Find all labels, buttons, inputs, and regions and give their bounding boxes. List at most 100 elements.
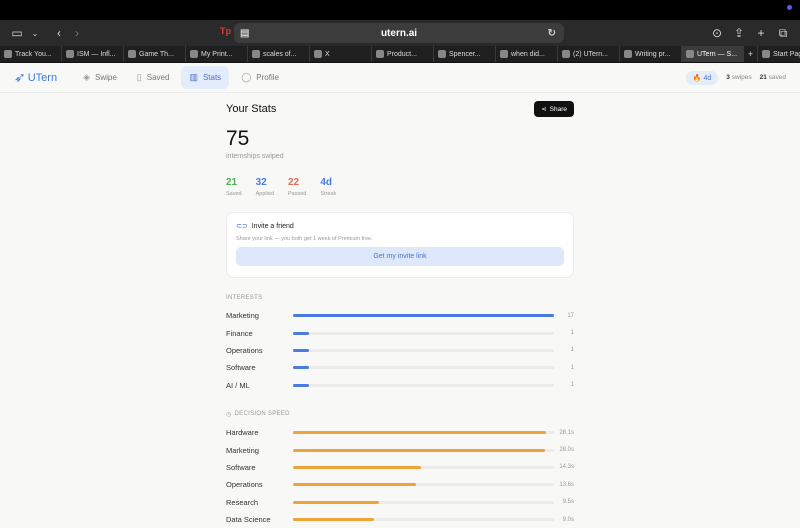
- get-invite-link-button[interactable]: Get my invite link: [236, 247, 564, 266]
- speed-row: Software 14.3s: [226, 459, 574, 476]
- tab-label: UTern — S...: [697, 50, 738, 58]
- total-swiped-label: internships swiped: [226, 153, 284, 160]
- favicon-icon: [66, 50, 74, 58]
- browser-tab[interactable]: Writing pr...: [620, 46, 682, 62]
- swipes-label: swipes: [731, 74, 752, 81]
- back-icon[interactable]: ‹: [50, 24, 68, 42]
- person-icon: ◯: [241, 72, 252, 82]
- row-label: Finance: [226, 328, 253, 338]
- browser-tab[interactable]: (2) UTern...: [558, 46, 620, 62]
- nav-item-saved[interactable]: ▯ Saved: [129, 66, 178, 89]
- mini-stat-label: Saved: [226, 191, 242, 197]
- row-label: Software: [226, 462, 256, 472]
- mini-stat-label: Passed: [287, 191, 307, 197]
- new-tab-icon[interactable]: +: [752, 24, 770, 42]
- interests-list: Marketing 17 Finance 1 Operations 1 Software 1 A…: [226, 307, 574, 394]
- bar-track: [293, 448, 554, 452]
- tab-overview-icon[interactable]: ⧉: [774, 24, 792, 42]
- sidebar-toggle-icon[interactable]: ▭: [8, 24, 26, 42]
- favicon-icon: [624, 50, 632, 58]
- tab-label: Spencer...: [449, 50, 481, 58]
- favicon-icon: [376, 50, 384, 58]
- nav-item-stats[interactable]: ▥ Stats: [181, 66, 230, 89]
- browser-tab[interactable]: X: [310, 46, 372, 62]
- speed-row: Data Science 9.0s: [226, 511, 574, 528]
- total-swiped-value: 75: [226, 127, 250, 150]
- browser-tab[interactable]: My Print...: [186, 46, 248, 62]
- row-value: 14.3s: [559, 464, 574, 471]
- favicon-icon: [128, 50, 136, 58]
- chevron-down-icon[interactable]: ⌄: [26, 24, 44, 42]
- mini-stat-label: Streak: [320, 191, 337, 197]
- speed-row: Operations 13.6s: [226, 476, 574, 493]
- bar-chart-icon: ▥: [189, 72, 198, 82]
- interests-row: AI / ML 1: [226, 377, 574, 394]
- bar-track: [293, 500, 554, 504]
- share-icon[interactable]: ⇪: [730, 24, 748, 42]
- nav-item-label: Profile: [256, 73, 279, 82]
- bar-fill: [293, 483, 416, 487]
- row-label: Research: [226, 497, 259, 507]
- saved-summary: 21 saved: [760, 74, 786, 81]
- row-value: 1: [570, 330, 574, 337]
- nav-item-profile[interactable]: ◯ Profile: [233, 66, 287, 89]
- tab-label: Game Th...: [139, 50, 174, 58]
- browser-tab[interactable]: Track You...: [0, 46, 62, 62]
- browser-tab[interactable]: Product...: [372, 46, 434, 62]
- saved-label: saved: [768, 74, 786, 81]
- streak-badge[interactable]: 🔥 4d: [685, 70, 719, 85]
- browser-tab[interactable]: UTern — S...: [682, 46, 744, 62]
- row-value: 1: [570, 364, 574, 371]
- bar-fill: [293, 465, 421, 469]
- favicon-icon: [190, 50, 198, 58]
- extension-icon[interactable]: Tp: [220, 26, 232, 38]
- swipes-summary: 3 swipes: [726, 74, 751, 81]
- browser-tab[interactable]: Game Th...: [124, 46, 186, 62]
- browser-tab[interactable]: ISM — Infl...: [62, 46, 124, 62]
- tab-label: Start Page: [773, 50, 800, 58]
- new-tab-button[interactable]: +: [744, 46, 758, 62]
- nav-item-label: Saved: [146, 73, 170, 82]
- interests-title: INTERESTS: [226, 295, 263, 301]
- tab-label: Writing pr...: [635, 50, 671, 58]
- stats-panel: Your Stats ⋖ Share 75 internships swiped…: [226, 101, 574, 528]
- mini-stat-value: 22: [287, 177, 300, 188]
- reload-icon[interactable]: ↻: [548, 28, 556, 39]
- row-label: Marketing: [226, 445, 259, 455]
- bar-track: [293, 331, 554, 335]
- clock-icon: ◷: [226, 411, 232, 418]
- share-button[interactable]: ⋖ Share: [534, 101, 574, 117]
- browser-tab[interactable]: scales of...: [248, 46, 310, 62]
- row-value: 28.0s: [559, 447, 574, 454]
- row-label: AI / ML: [226, 380, 250, 390]
- nav-item-label: Swipe: [95, 73, 117, 82]
- share-nodes-icon: ⋖: [541, 106, 547, 113]
- favicon-icon: [762, 50, 770, 58]
- row-value: 9.5s: [562, 499, 574, 506]
- tab-label: ISM — Infl...: [77, 50, 116, 58]
- speed-row: Hardware 28.1s: [226, 424, 574, 441]
- stats-header: Your Stats ⋖ Share: [226, 101, 574, 117]
- browser-tab[interactable]: when did...: [496, 46, 558, 62]
- address-bar[interactable]: ▤ utern.ai ↻: [234, 23, 564, 43]
- logo[interactable]: ➶ UTern: [14, 69, 57, 86]
- tab-label: (2) UTern...: [573, 50, 609, 58]
- nav-item-label: Stats: [202, 73, 222, 82]
- bar-fill: [293, 348, 309, 352]
- browser-tab[interactable]: Start Page: [758, 46, 800, 62]
- forward-icon[interactable]: ›: [68, 24, 86, 42]
- bookmark-icon: ▯: [136, 72, 142, 82]
- nav-item-swipe[interactable]: ◈ Swipe: [75, 66, 125, 89]
- browser-tab[interactable]: Spencer...: [434, 46, 496, 62]
- mini-stat-applied: 32 Applied: [256, 177, 274, 197]
- favicon-icon: [314, 50, 322, 58]
- streak-value: 4d: [703, 74, 712, 82]
- favicon-icon: [686, 50, 694, 58]
- saved-count: 21: [759, 74, 767, 81]
- interests-row: Operations 1: [226, 342, 574, 359]
- row-label: Hardware: [226, 428, 259, 438]
- download-icon[interactable]: ⊙: [708, 24, 726, 42]
- page-settings-icon[interactable]: ▤: [240, 28, 249, 39]
- mini-stat-passed: 22 Passed: [288, 177, 306, 197]
- mini-stat-value: 32: [255, 177, 267, 188]
